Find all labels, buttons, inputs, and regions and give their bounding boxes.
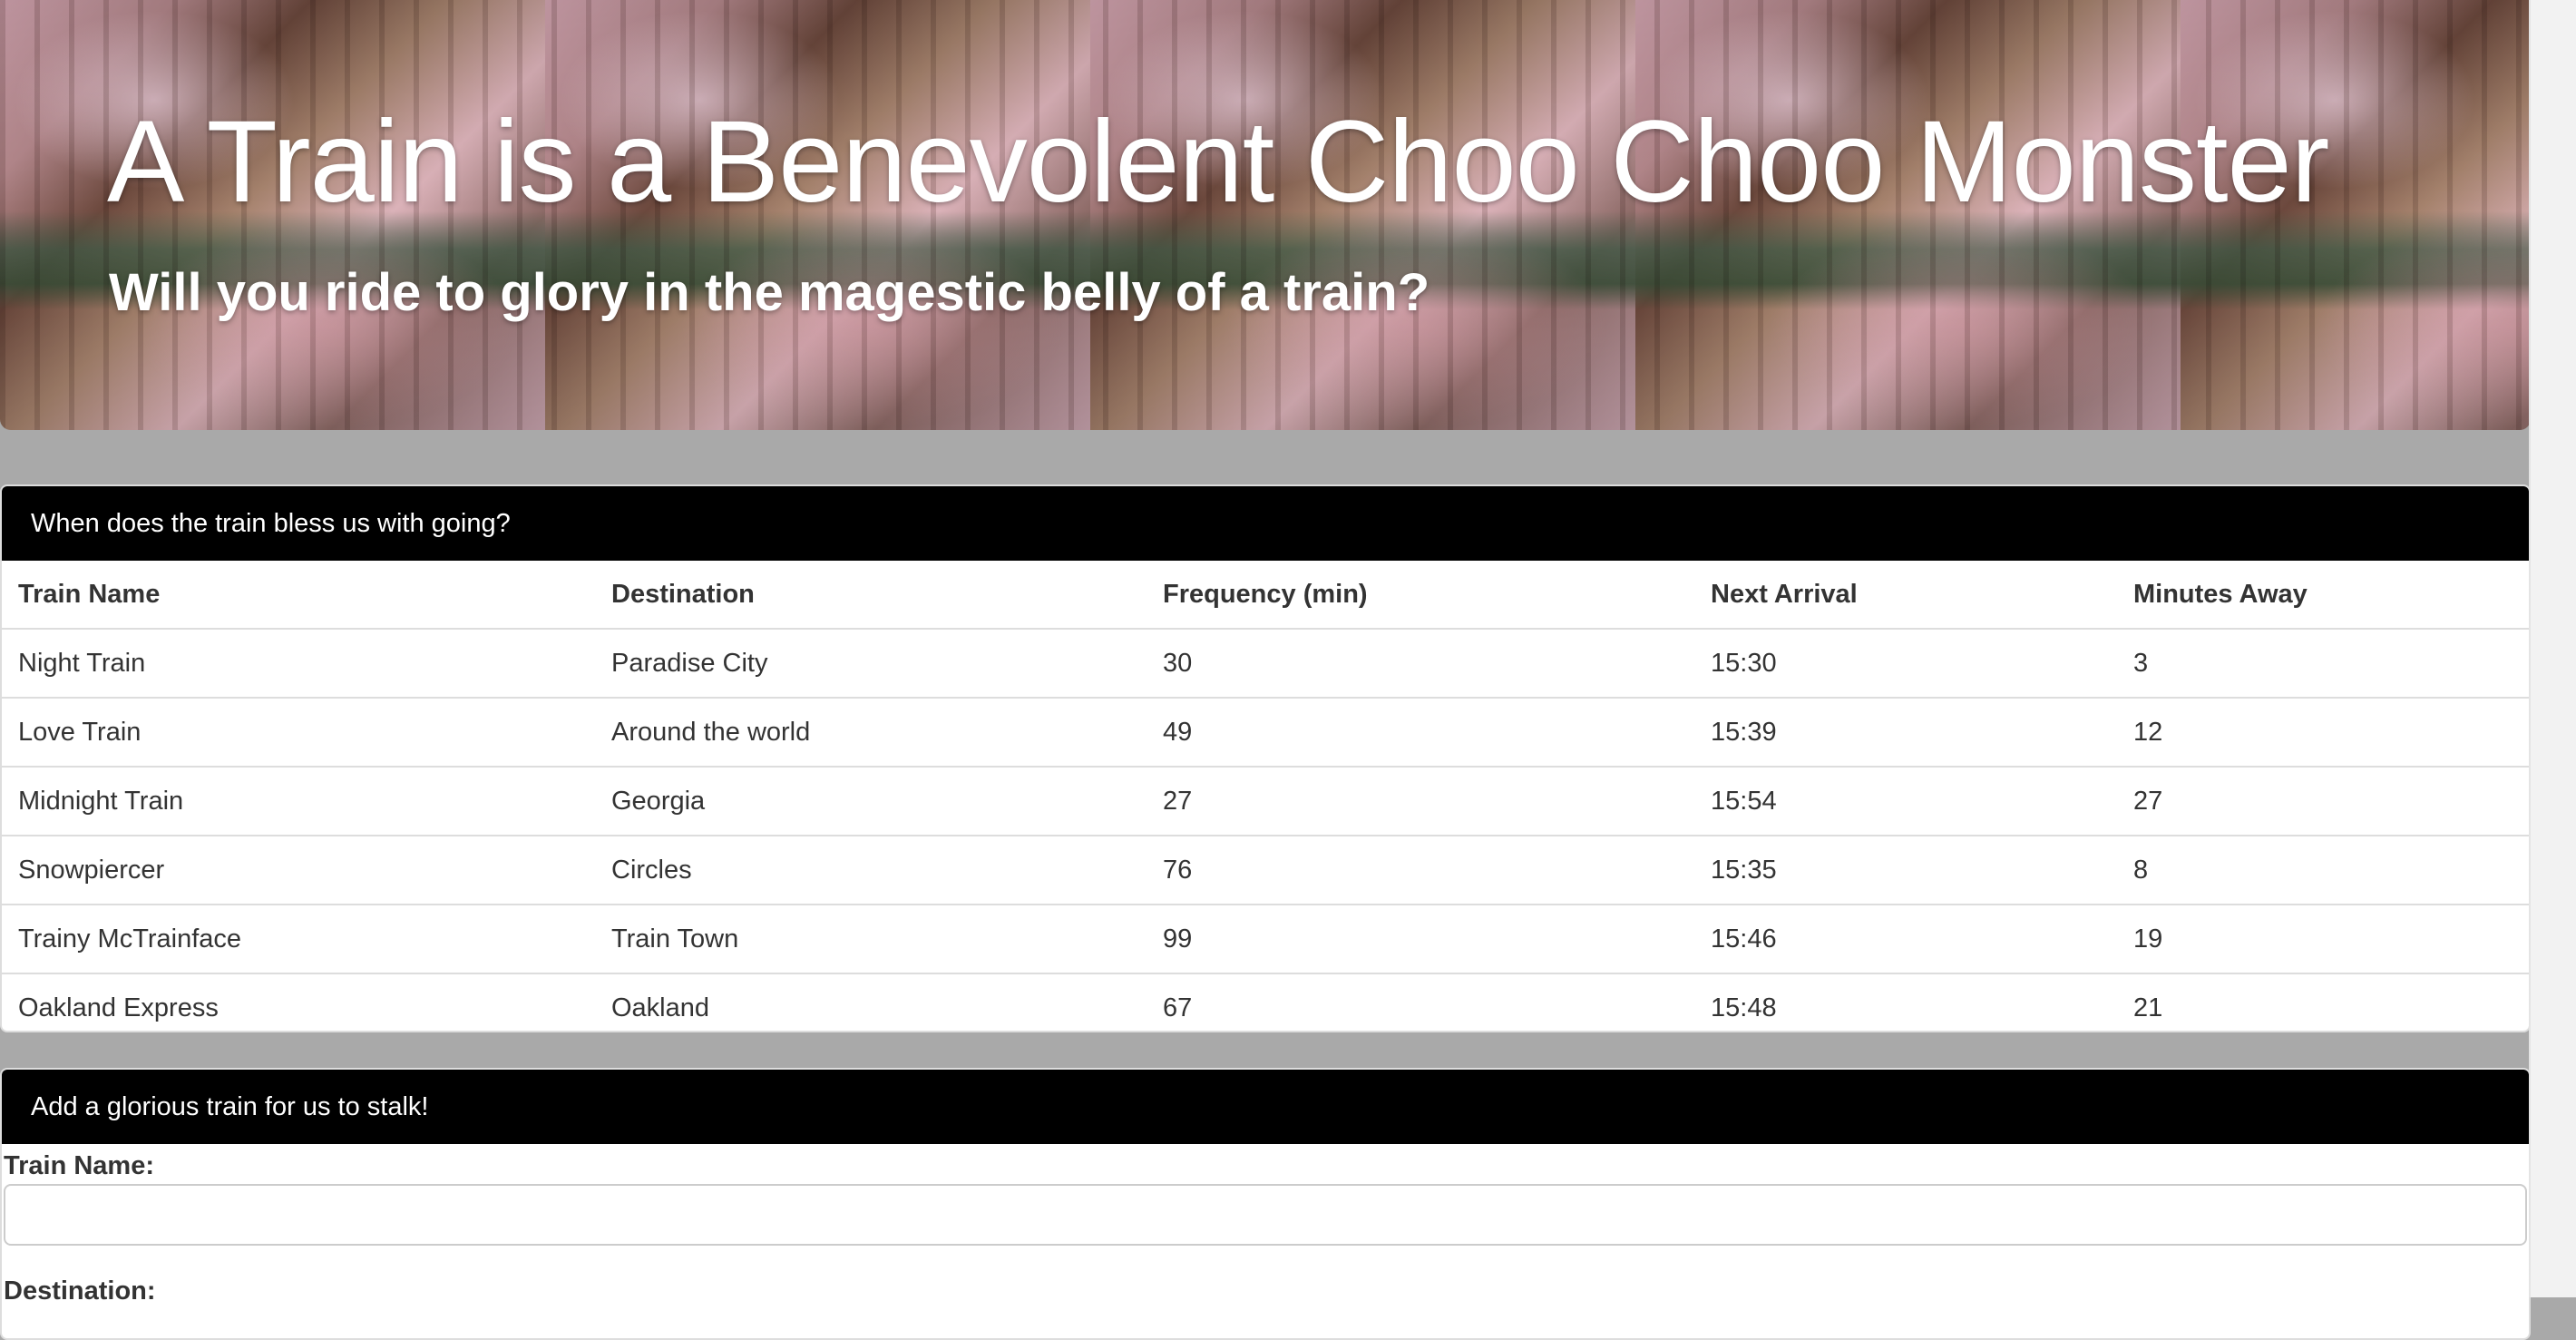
destination-cell: Around the world	[595, 698, 1147, 768]
next-arrival-cell: 15:54	[1694, 767, 2117, 836]
destination-cell: Train Town	[595, 905, 1147, 974]
next-arrival-cell: 15:48	[1711, 993, 1777, 1022]
destination-cell: Oakland	[611, 993, 710, 1022]
column-header-train-name: Train Name	[2, 561, 595, 630]
next-arrival-cell: 15:35	[1694, 836, 2117, 905]
minutes-away-cell: 3	[2117, 629, 2529, 699]
table-row: Oakland Express Oakland 67 15:48 21	[2, 973, 2529, 1031]
column-header-minutes-away: Minutes Away	[2117, 561, 2529, 630]
train-schedule-heading: When does the train bless us with going?	[2, 486, 2529, 561]
add-train-panel: Add a glorious train for us to stalk! Tr…	[0, 1068, 2531, 1340]
next-arrival-cell: 15:46	[1694, 905, 2117, 974]
table-row: Snowpiercer Circles 76 15:35 8	[2, 836, 2529, 905]
frequency-cell: 49	[1147, 698, 1694, 768]
frequency-cell: 67	[1163, 993, 1193, 1022]
table-row: Love Train Around the world 49 15:39 12	[2, 698, 2529, 768]
minutes-away-cell: 19	[2117, 905, 2529, 974]
frequency-cell: 99	[1147, 905, 1694, 974]
table-row: Midnight Train Georgia 27 15:54 27	[2, 767, 2529, 836]
minutes-away-cell: 21	[2133, 993, 2163, 1022]
minutes-away-cell: 27	[2117, 767, 2529, 836]
destination-cell: Circles	[595, 836, 1147, 905]
train-schedule-table: Train Name Destination Frequency (min) N…	[2, 561, 2529, 1031]
browser-scrollbar[interactable]	[2529, 0, 2576, 1297]
frequency-cell: 27	[1147, 767, 1694, 836]
add-train-heading: Add a glorious train for us to stalk!	[2, 1070, 2529, 1144]
table-row: Night Train Paradise City 30 15:30 3	[2, 629, 2529, 699]
page-title: A Train is a Benevolent Choo Choo Monste…	[107, 97, 2329, 227]
train-name-cell: Snowpiercer	[2, 836, 595, 905]
table-header-row: Train Name Destination Frequency (min) N…	[2, 561, 2529, 630]
column-header-frequency: Frequency (min)	[1147, 561, 1694, 630]
frequency-cell: 30	[1147, 629, 1694, 699]
frequency-cell: 76	[1147, 836, 1694, 905]
next-arrival-cell: 15:30	[1694, 629, 2117, 699]
train-name-label: Train Name:	[4, 1151, 154, 1180]
destination-cell: Georgia	[595, 767, 1147, 836]
page: A Train is a Benevolent Choo Choo Monste…	[0, 0, 2531, 1340]
column-header-destination: Destination	[595, 561, 1147, 630]
minutes-away-cell: 12	[2117, 698, 2529, 768]
hero-banner: A Train is a Benevolent Choo Choo Monste…	[0, 0, 2531, 430]
train-name-cell: Oakland Express	[18, 993, 219, 1022]
column-header-next-arrival: Next Arrival	[1694, 561, 2117, 630]
next-arrival-cell: 15:39	[1694, 698, 2117, 768]
train-name-cell: Night Train	[2, 629, 595, 699]
train-name-cell: Midnight Train	[2, 767, 595, 836]
train-name-cell: Love Train	[2, 698, 595, 768]
destination-cell: Paradise City	[595, 629, 1147, 699]
table-row: Trainy McTrainface Train Town 99 15:46 1…	[2, 905, 2529, 974]
page-subtitle: Will you ride to glory in the magestic b…	[109, 263, 1430, 322]
train-schedule-panel: When does the train bless us with going?…	[0, 484, 2531, 1032]
train-name-input[interactable]	[4, 1184, 2527, 1246]
destination-label: Destination:	[4, 1276, 156, 1306]
train-name-cell: Trainy McTrainface	[2, 905, 595, 974]
minutes-away-cell: 8	[2117, 836, 2529, 905]
